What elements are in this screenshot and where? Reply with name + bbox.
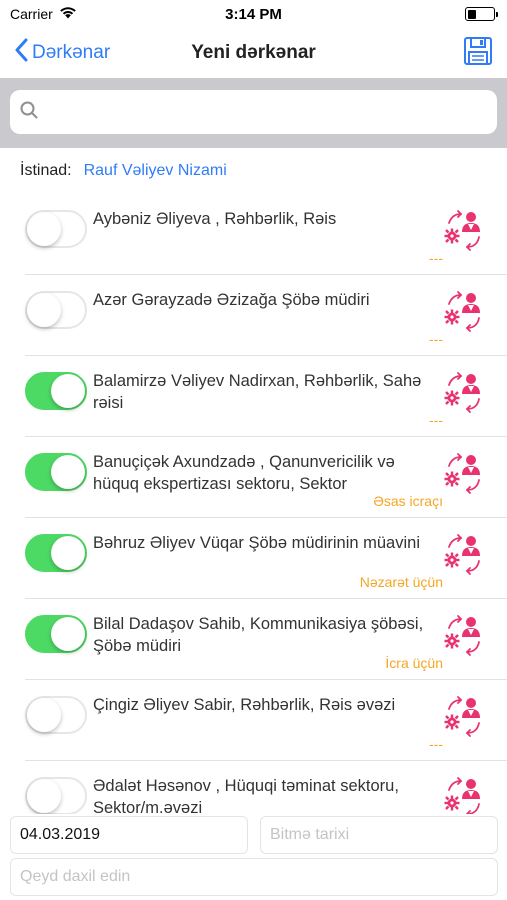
list-item: Balamirzə Vəliyev Nadirxan, Rəhbərlik, S…: [25, 356, 507, 437]
nav-bar: Dərkənar Yeni dərkənar: [0, 28, 507, 78]
status-bar: Carrier 3:14 PM: [0, 0, 507, 28]
toggle-knob: [51, 455, 85, 489]
assign-toggle[interactable]: [25, 534, 87, 572]
role-label: ---: [429, 736, 443, 752]
istinad-label: İstinad:: [20, 162, 72, 179]
list-item: Azər Gərayzadə Əzizağa Şöbə müdiri ---: [25, 275, 507, 356]
toggle-knob: [27, 698, 61, 732]
employee-name: Çingiz Əliyev Sabir, Rəhbərlik, Rəis əvə…: [93, 696, 396, 714]
chevron-left-icon: [14, 38, 28, 68]
note-input[interactable]: [20, 868, 488, 886]
battery-level: [467, 9, 477, 19]
role-label: ---: [429, 250, 443, 266]
employee-name: Balamirzə Vəliyev Nadirxan, Rəhbərlik, S…: [93, 372, 422, 412]
search-bar: [0, 78, 507, 148]
role-label: İcra üçün: [385, 655, 443, 671]
assign-role-icon[interactable]: [441, 532, 485, 576]
list-item: Bəhruz Əliyev Vüqar Şöbə müdirinin müavi…: [25, 518, 507, 599]
role-label: ---: [429, 412, 443, 428]
back-label: Dərkənar: [32, 42, 111, 63]
battery-icon: [465, 7, 498, 21]
istinad-row: İstinad: Rauf Vəliyev Nizami: [0, 148, 507, 194]
employee-name: Bəhruz Əliyev Vüqar Şöbə müdirinin müavi…: [93, 534, 420, 552]
assign-role-icon[interactable]: [441, 289, 485, 333]
search-box[interactable]: [10, 90, 497, 134]
search-input[interactable]: [46, 103, 487, 121]
assign-toggle[interactable]: [25, 615, 87, 653]
back-button[interactable]: Dərkənar: [14, 38, 110, 68]
role-label: Əsas icraçı: [373, 493, 443, 509]
list-item: Çingiz Əliyev Sabir, Rəhbərlik, Rəis əvə…: [25, 680, 507, 761]
end-date-input[interactable]: [270, 826, 488, 844]
list-item: Aybəniz Əliyeva , Rəhbərlik, Rəis ---: [25, 194, 507, 275]
status-left: Carrier: [10, 6, 77, 22]
toggle-knob: [51, 617, 85, 651]
assign-role-icon[interactable]: [441, 694, 485, 738]
save-button[interactable]: [463, 36, 493, 71]
note-field[interactable]: [10, 858, 498, 896]
end-date-field[interactable]: [260, 816, 498, 854]
assign-role-icon[interactable]: [441, 451, 485, 495]
assign-toggle[interactable]: [25, 696, 87, 734]
assign-toggle[interactable]: [25, 777, 87, 814]
assign-toggle[interactable]: [25, 291, 87, 329]
assign-toggle[interactable]: [25, 372, 87, 410]
assign-role-icon[interactable]: [441, 613, 485, 657]
employee-name: Ədalət Həsənov , Hüquqi təminat sektoru,…: [93, 777, 399, 814]
carrier-label: Carrier: [10, 6, 53, 22]
search-icon: [20, 101, 38, 124]
toggle-knob: [27, 779, 61, 813]
employee-name: Bilal Dadaşov Sahib, Kommunikasiya şöbəs…: [93, 615, 424, 655]
assign-toggle[interactable]: [25, 210, 87, 248]
toggle-knob: [51, 374, 85, 408]
list-item: Ədalət Həsənov , Hüquqi təminat sektoru,…: [25, 761, 507, 814]
assign-role-icon[interactable]: [441, 370, 485, 414]
istinad-value[interactable]: Rauf Vəliyev Nizami: [84, 162, 227, 180]
toggle-knob: [27, 212, 61, 246]
assign-role-icon[interactable]: [441, 775, 485, 814]
toggle-knob: [27, 293, 61, 327]
employee-list: Aybəniz Əliyeva , Rəhbərlik, Rəis --- Azə…: [0, 194, 507, 814]
employee-name: Banuçiçək Axundzadə , Qanunvericilik və …: [93, 453, 395, 493]
role-label: ---: [429, 331, 443, 347]
bottom-form: [0, 814, 507, 900]
employee-name: Azər Gərayzadə Əzizağa Şöbə müdiri: [93, 291, 370, 309]
start-date-field[interactable]: [10, 816, 248, 854]
wifi-icon: [59, 6, 77, 22]
start-date-input[interactable]: [20, 826, 238, 844]
list-item: Banuçiçək Axundzadə , Qanunvericilik və …: [25, 437, 507, 518]
floppy-disk-icon: [463, 36, 493, 71]
role-label: Nəzarət üçün: [359, 574, 443, 590]
assign-role-icon[interactable]: [441, 208, 485, 252]
assign-toggle[interactable]: [25, 453, 87, 491]
employee-name: Aybəniz Əliyeva , Rəhbərlik, Rəis: [93, 210, 337, 228]
toggle-knob: [51, 536, 85, 570]
list-item: Bilal Dadaşov Sahib, Kommunikasiya şöbəs…: [25, 599, 507, 680]
